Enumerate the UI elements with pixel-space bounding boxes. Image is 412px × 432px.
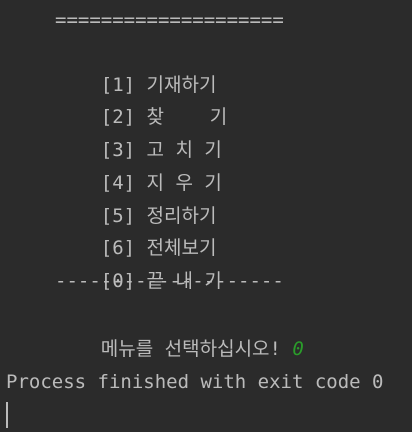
menu-item-6: [6] 전체보기 [55,200,217,259]
text-cursor[interactable] [6,402,8,428]
menu-item-1: [1] 기재하기 [55,36,217,96]
menu-item-2: [2] 찾 기 [55,69,228,128]
menu-item-3: [3] 고 치 기 [55,101,222,161]
separator-bottom: -------------------- [55,270,284,292]
process-finished-message: Process finished with exit code 0 [6,371,384,393]
user-input-value: 0 [292,337,304,360]
prompt-line: 메뉴를 선택하십시오! 0 [55,300,304,360]
run-console[interactable]: ==================== [1] 기재하기 [2] 찾 기 [3… [0,0,412,432]
menu-item-0: [0] 끝 내 기 [55,232,222,292]
menu-item-5: [5] 정리하기 [55,167,217,227]
separator-top: ==================== [55,9,284,31]
prompt-text: 메뉴를 선택하십시오! [100,337,293,360]
menu-item-4: [4] 지 우 기 [55,134,222,194]
